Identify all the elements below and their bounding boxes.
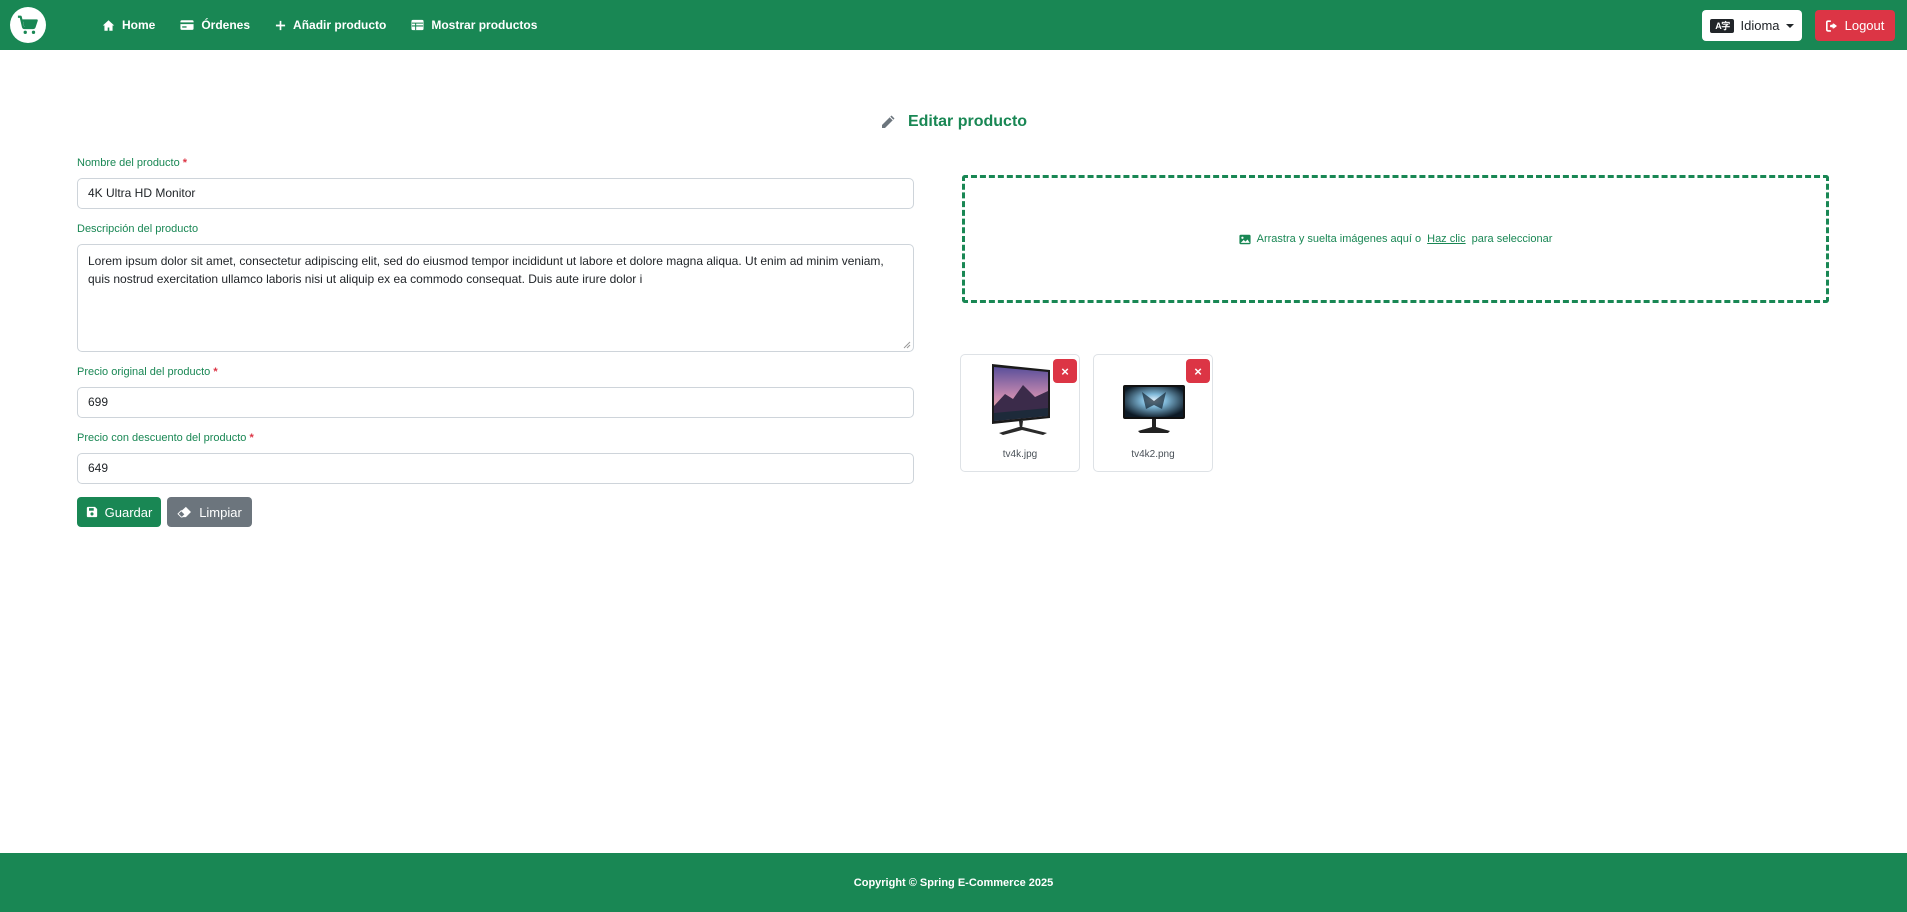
dropzone-text-after: para seleccionar <box>1471 233 1553 245</box>
image-filename: tv4k2.png <box>1131 449 1175 460</box>
save-button[interactable]: Guardar <box>77 497 161 527</box>
nav-orders-label: Órdenes <box>201 18 251 32</box>
card-icon <box>180 20 194 30</box>
nav-show-products-label: Mostrar productos <box>431 18 538 32</box>
page-title: Editar producto <box>0 113 1907 131</box>
navbar: Home Órdenes Añadir producto Mostrar pro… <box>0 0 1907 50</box>
required-mark: * <box>182 157 188 169</box>
footer-copyright: Copyright © Spring E-Commerce 2025 <box>853 876 1054 889</box>
pencil-icon <box>881 115 895 128</box>
resize-grip-icon[interactable] <box>903 341 911 349</box>
logout-label: Logout <box>1844 18 1885 33</box>
nav-home[interactable]: Home <box>102 18 155 32</box>
product-description-label: Descripción del producto <box>77 223 199 235</box>
save-button-label: Guardar <box>104 504 153 520</box>
brand-logo[interactable] <box>10 7 46 43</box>
chevron-down-icon <box>1785 23 1794 28</box>
product-name-input[interactable]: 4K Ultra HD Monitor <box>77 178 914 209</box>
plus-icon <box>275 20 286 30</box>
table-icon <box>411 19 424 31</box>
image-thumbnail: × tv4k2.png <box>1093 354 1213 472</box>
dropzone-click-link[interactable]: Haz clic <box>1427 233 1466 245</box>
remove-image-button[interactable]: × <box>1053 359 1077 383</box>
home-icon <box>102 19 115 31</box>
language-dropdown[interactable]: A字 Idioma <box>1702 10 1802 41</box>
discount-price-input[interactable]: 649 <box>77 453 914 484</box>
product-description-text: Lorem ipsum dolor sit amet, consectetur … <box>88 254 884 286</box>
translate-icon: A字 <box>1710 18 1735 33</box>
clear-button[interactable]: Limpiar <box>167 497 252 527</box>
image-thumbnail: × tv4k.jpg <box>960 354 1080 472</box>
page-title-text: Editar producto <box>907 113 1028 130</box>
discount-price-label: Precio con descuento del producto * <box>77 432 254 444</box>
nav-add-product-label: Añadir producto <box>293 18 387 32</box>
dropzone-text: Arrastra y suelta imágenes aquí o <box>1256 233 1422 245</box>
product-description-textarea[interactable]: Lorem ipsum dolor sit amet, consectetur … <box>77 244 914 352</box>
nav-links: Home Órdenes Añadir producto Mostrar pro… <box>102 0 537 50</box>
logout-icon <box>1825 19 1837 32</box>
nav-orders[interactable]: Órdenes <box>180 18 250 32</box>
image-filename: tv4k.jpg <box>1002 449 1038 460</box>
logout-button[interactable]: Logout <box>1815 10 1895 41</box>
floppy-disk-icon <box>86 506 97 518</box>
required-mark: * <box>249 432 254 444</box>
footer: Copyright © Spring E-Commerce 2025 <box>0 853 1907 912</box>
monitor-image <box>1123 385 1185 433</box>
cart-icon <box>17 15 38 34</box>
nav-add-product[interactable]: Añadir producto <box>275 18 386 32</box>
original-price-label: Precio original del producto * <box>77 366 218 378</box>
eraser-icon <box>177 506 192 518</box>
clear-button-label: Limpiar <box>199 504 242 520</box>
required-mark: * <box>213 366 218 378</box>
nav-show-products[interactable]: Mostrar productos <box>411 18 537 32</box>
image-icon <box>1239 234 1251 244</box>
nav-home-label: Home <box>122 18 156 32</box>
monitor-image <box>992 364 1050 435</box>
language-label: Idioma <box>1740 18 1780 33</box>
image-dropzone[interactable]: Arrastra y suelta imágenes aquí o Haz cl… <box>962 175 1829 303</box>
remove-image-button[interactable]: × <box>1186 359 1210 383</box>
original-price-input[interactable]: 699 <box>77 387 914 418</box>
product-name-label: Nombre del producto * <box>77 157 188 169</box>
